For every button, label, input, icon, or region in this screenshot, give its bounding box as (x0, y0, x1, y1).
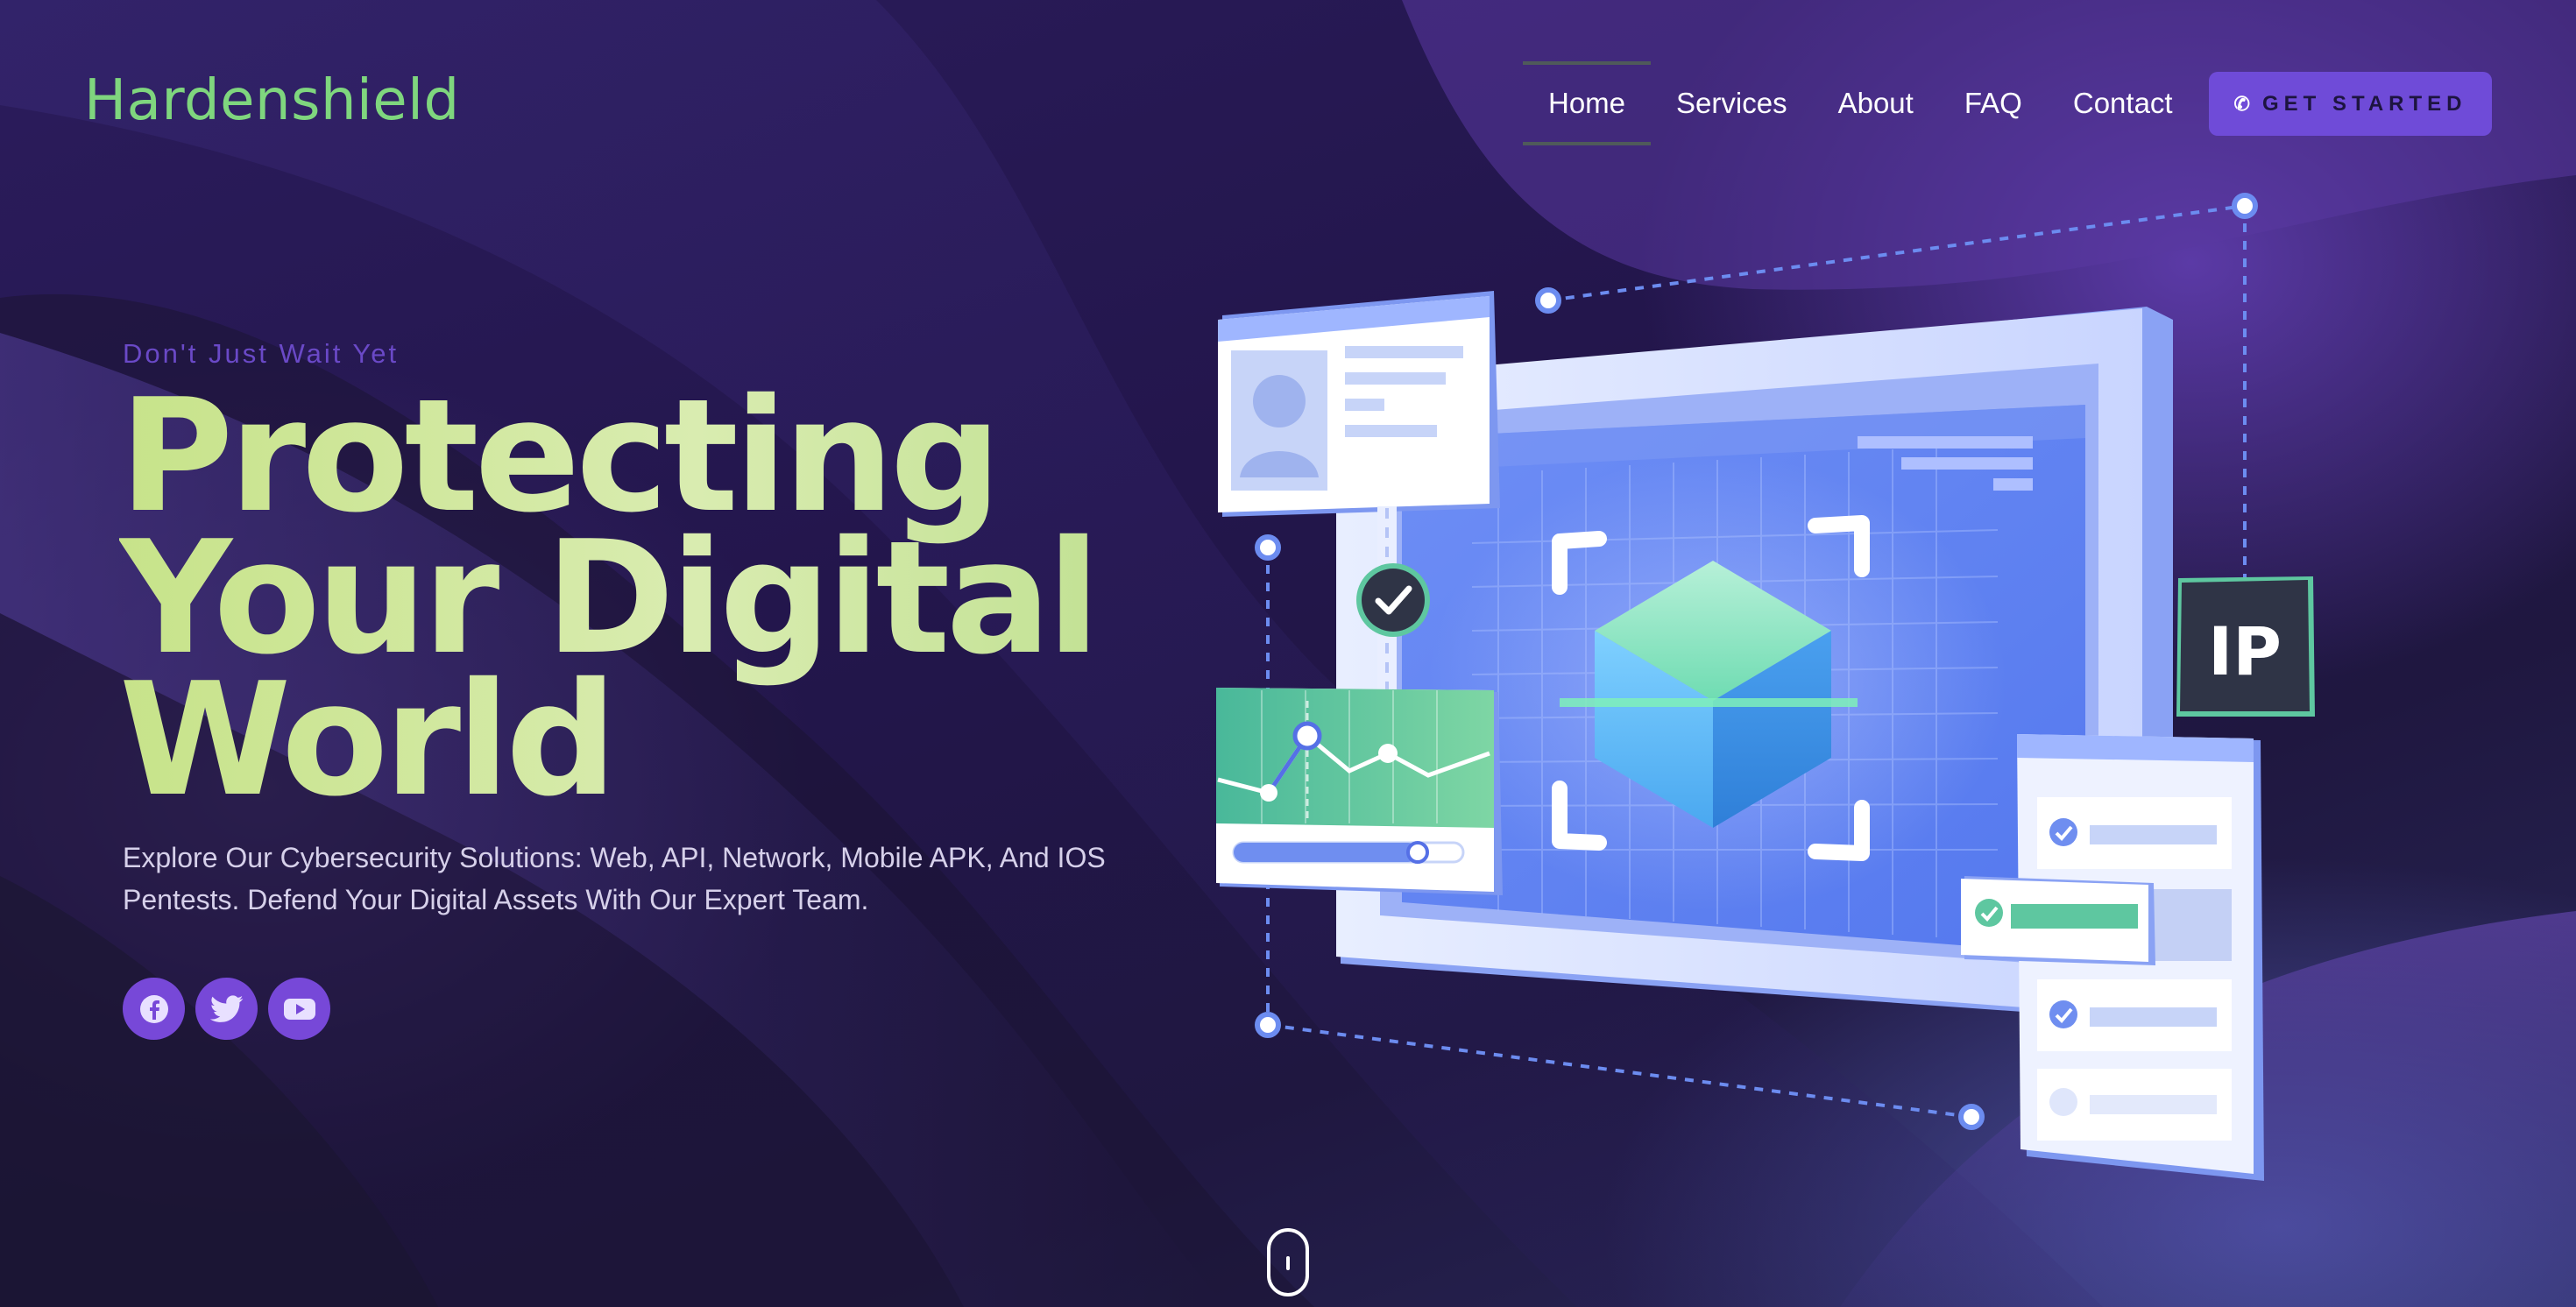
ip-badge-text: IP (2208, 612, 2282, 690)
get-started-label: GET STARTED (2261, 91, 2467, 116)
nav-faq[interactable]: FAQ (1939, 61, 2048, 145)
hero-section: Hardenshield Home Services About FAQ Con… (0, 0, 2576, 1307)
scroll-down-indicator[interactable] (1267, 1228, 1309, 1296)
headline-line-1: Protecting (119, 365, 998, 547)
social-links (123, 978, 330, 1040)
twitter-link[interactable] (195, 978, 258, 1040)
hero-headline: Protecting Your Digital World (119, 385, 1171, 811)
brand-logo[interactable]: Hardenshield (84, 68, 460, 133)
headline-line-2: Your Digital (119, 507, 1096, 689)
get-started-button[interactable]: ✆ GET STARTED (2209, 72, 2492, 136)
hero-description: Explore Our Cybersecurity Solutions: Web… (123, 842, 1106, 915)
twitter-icon (209, 994, 243, 1022)
security-illustration: IP (1216, 193, 2315, 1181)
nav-about[interactable]: About (1813, 61, 1939, 145)
nav-services[interactable]: Services (1651, 61, 1813, 145)
headline-line-3: World (119, 649, 613, 830)
nav-contact[interactable]: Contact (2048, 61, 2198, 145)
facebook-link[interactable] (123, 978, 185, 1040)
youtube-link[interactable] (268, 978, 330, 1040)
youtube-icon (283, 998, 315, 1020)
nav-home[interactable]: Home (1523, 61, 1652, 145)
main-nav: Home Services About FAQ Contact (1523, 61, 2198, 145)
phone-icon: ✆ (2233, 92, 2250, 115)
facebook-icon (139, 994, 168, 1023)
